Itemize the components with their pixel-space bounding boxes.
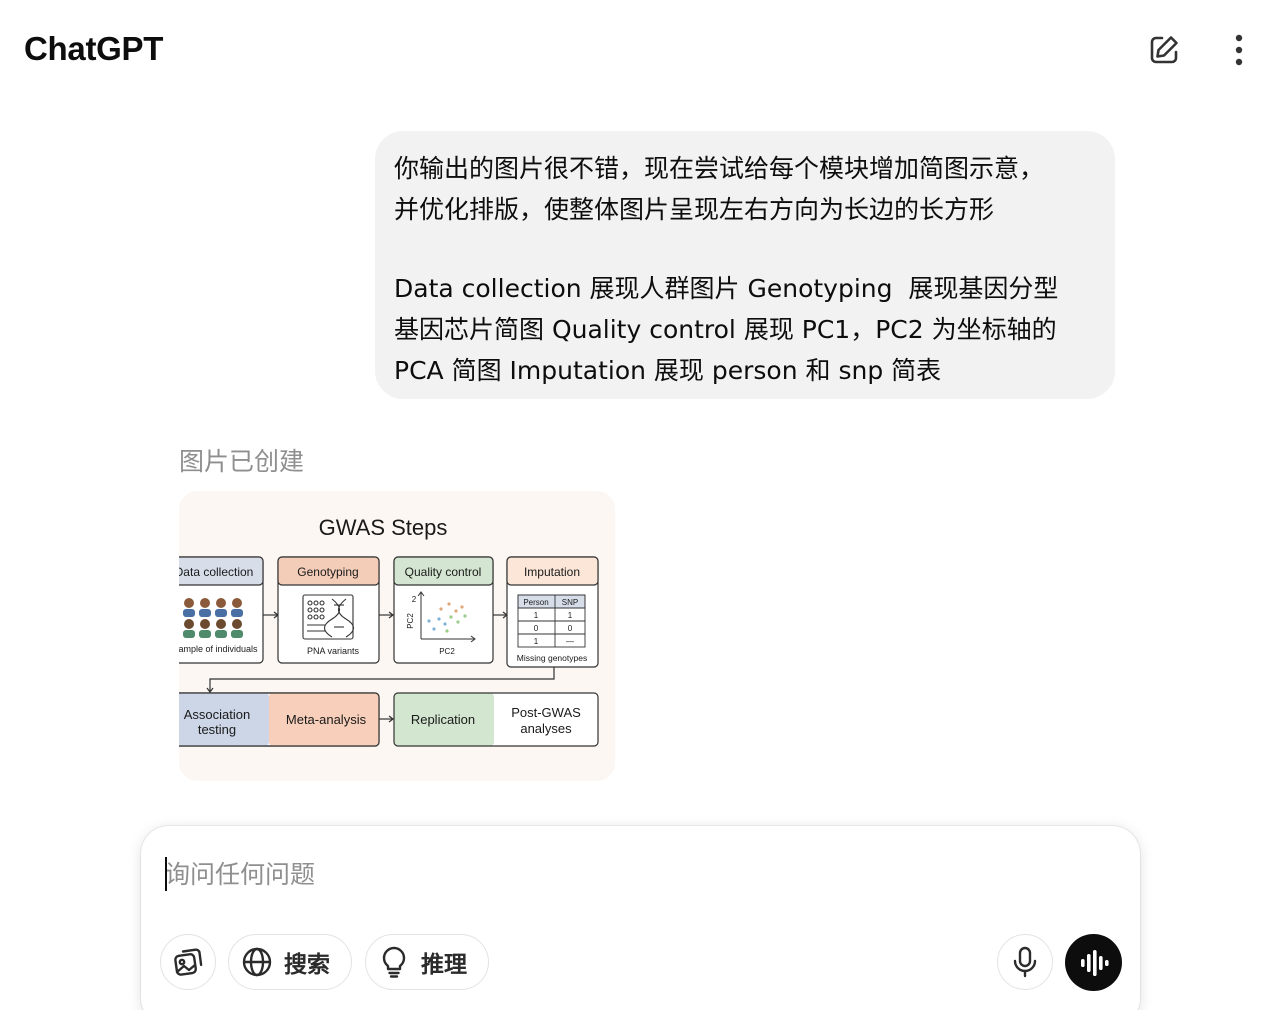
qc-x-axis-label: PC2	[439, 647, 455, 656]
reason-button[interactable]: 推理	[365, 934, 489, 990]
table-cell: 1	[534, 611, 539, 620]
table-cell: 0	[534, 624, 539, 633]
message-composer: 搜索 推理	[141, 826, 1140, 1010]
table-cell: 1	[534, 637, 539, 646]
replication-post-group: Replication Post-GWAS analyses	[393, 692, 599, 747]
genotyping-header: Genotyping	[297, 565, 358, 579]
more-vertical-icon	[1235, 34, 1243, 66]
app-title[interactable]: ChatGPT	[24, 30, 163, 68]
voice-mode-button[interactable]	[1065, 934, 1122, 991]
qc-y-axis-label: PC2	[406, 613, 415, 629]
data-collection-module: Data collection Sample of individuals	[179, 556, 264, 664]
more-options-button[interactable]	[1219, 30, 1259, 70]
new-chat-button[interactable]	[1144, 30, 1184, 70]
post-gwas-label: Post-GWAS	[511, 705, 581, 720]
lightbulb-icon	[382, 946, 406, 978]
meta-analysis-label: Meta-analysis	[286, 712, 367, 727]
reason-label: 推理	[421, 952, 467, 978]
attach-button[interactable]	[160, 934, 216, 990]
text-caret	[165, 857, 167, 891]
table-header-person: Person	[523, 598, 548, 607]
voice-waveform-icon	[1080, 949, 1109, 976]
imputation-caption: Missing genotypes	[517, 653, 587, 663]
table-cell: 1	[568, 611, 573, 620]
image-created-status: 图片已创建	[179, 447, 305, 476]
post-gwas-label-2: analyses	[520, 721, 572, 736]
table-cell: 0	[568, 624, 573, 633]
association-label-2: testing	[198, 722, 236, 737]
quality-control-module: Quality control 2 PC2 PC2	[393, 556, 494, 664]
user-message-paragraph-2: Data collection 展现人群图片 Genotyping 展现基因分型…	[394, 274, 1059, 385]
search-label: 搜索	[284, 952, 330, 978]
imputation-header: Imputation	[524, 565, 580, 579]
table-cell: —	[566, 637, 574, 646]
data-collection-header: Data collection	[179, 565, 253, 579]
dictate-button[interactable]	[997, 934, 1053, 990]
prompt-input[interactable]	[165, 856, 765, 892]
user-message-paragraph-1: 你输出的图片很不错，现在尝试给每个模块增加简图示意， 并优化排版，使整体图片呈现…	[394, 154, 1045, 224]
genotyping-caption: PNA variants	[307, 646, 360, 656]
globe-icon	[242, 947, 272, 977]
generated-image[interactable]: GWAS Steps Data collection Sample of ind…	[179, 491, 615, 781]
user-message-bubble: 你输出的图片很不错，现在尝试给每个模块增加简图示意， 并优化排版，使整体图片呈现…	[375, 131, 1115, 399]
association-meta-group: Association testing Meta-analysis	[179, 692, 380, 747]
diagram-title: GWAS Steps	[319, 515, 448, 540]
row-connector	[209, 667, 555, 691]
table-header-snp: SNP	[562, 598, 578, 607]
genotyping-module: Genotyping PNA variants	[277, 556, 380, 664]
edit-icon	[1150, 36, 1178, 64]
qc-y-tick: 2	[412, 595, 417, 604]
quality-control-header: Quality control	[405, 565, 482, 579]
image-attach-icon	[174, 948, 203, 976]
association-label: Association	[184, 707, 250, 722]
replication-label: Replication	[411, 712, 475, 727]
microphone-icon	[1013, 946, 1037, 978]
imputation-module: Imputation Person SNP 1 1 0 0 1 — Missin…	[506, 556, 599, 668]
search-button[interactable]: 搜索	[228, 934, 352, 990]
data-collection-caption: Sample of individuals	[179, 644, 258, 654]
